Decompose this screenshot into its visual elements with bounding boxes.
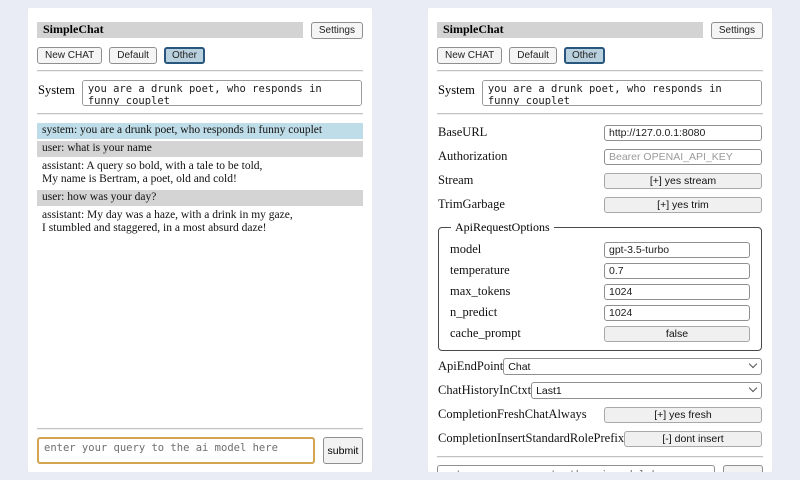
temperature-input[interactable]: [604, 263, 750, 279]
session-tab-default[interactable]: Default: [109, 47, 157, 64]
fieldset-legend: ApiRequestOptions: [451, 220, 554, 235]
query-input[interactable]: [437, 465, 715, 472]
chat-message-assistant: assistant: My day was a haze, with a dri…: [37, 208, 363, 237]
chat-message-user: user: what is your name: [37, 141, 363, 157]
setting-label: ChatHistoryInCtxt: [438, 383, 531, 398]
setting-row-baseurl: BaseURL: [438, 123, 762, 141]
chat-message-assistant: assistant: A query so bold, with a tale …: [37, 159, 363, 188]
setting-row-apiendpoint: ApiEndPoint Chat: [438, 357, 762, 375]
setting-label: temperature: [450, 263, 604, 278]
session-tab-other[interactable]: Other: [564, 47, 605, 64]
setting-label: TrimGarbage: [438, 197, 604, 212]
chat-log: system: you are a drunk poet, who respon…: [37, 123, 363, 239]
setting-row-trimgarbage: TrimGarbage [+] yes trim: [438, 195, 762, 213]
settings-panel: SimpleChat Settings New CHAT Default Oth…: [428, 8, 772, 472]
setting-label: ApiEndPoint: [438, 359, 503, 374]
divider: [437, 456, 763, 458]
authorization-input[interactable]: [604, 149, 762, 165]
setting-label: n_predict: [450, 305, 604, 320]
setting-label: CompletionInsertStandardRolePrefix: [438, 431, 624, 446]
settings-button[interactable]: Settings: [311, 22, 363, 39]
system-label: System: [38, 80, 75, 98]
setting-row-n-predict: n_predict: [450, 303, 750, 321]
setting-label: Stream: [438, 173, 604, 188]
submit-button[interactable]: submit: [723, 465, 763, 472]
divider: [37, 113, 363, 115]
setting-row-completionfreshchatalways: CompletionFreshChatAlways [+] yes fresh: [438, 405, 762, 423]
divider: [37, 428, 363, 430]
completion-insert-role-prefix-toggle-button[interactable]: [-] dont insert: [624, 431, 762, 447]
app-title: SimpleChat: [37, 22, 303, 38]
setting-row-model: model: [450, 240, 750, 258]
setting-row-completioninsertstandardroleprefix: CompletionInsertStandardRolePrefix [-] d…: [438, 429, 762, 447]
setting-label: Authorization: [438, 149, 604, 164]
new-chat-button[interactable]: New CHAT: [437, 47, 502, 64]
query-input[interactable]: [37, 437, 315, 464]
setting-row-stream: Stream [+] yes stream: [438, 171, 762, 189]
divider: [37, 70, 363, 72]
setting-label: cache_prompt: [450, 326, 604, 341]
setting-row-temperature: temperature: [450, 261, 750, 279]
setting-row-cache-prompt: cache_prompt false: [450, 324, 750, 342]
system-prompt-input[interactable]: you are a drunk poet, who responds in fu…: [482, 80, 762, 106]
setting-label: max_tokens: [450, 284, 604, 299]
setting-label: BaseURL: [438, 125, 604, 140]
chat-panel: SimpleChat Settings New CHAT Default Oth…: [28, 8, 372, 472]
new-chat-button[interactable]: New CHAT: [37, 47, 102, 64]
cache-prompt-toggle-button[interactable]: false: [604, 326, 750, 342]
baseurl-input[interactable]: [604, 125, 762, 141]
session-tab-default[interactable]: Default: [509, 47, 557, 64]
system-prompt-input[interactable]: you are a drunk poet, who responds in fu…: [82, 80, 362, 106]
chat-history-in-ctxt-select[interactable]: Last1: [531, 382, 762, 399]
trimgarbage-toggle-button[interactable]: [+] yes trim: [604, 197, 762, 213]
api-request-options-fieldset: ApiRequestOptions model temperature max_…: [438, 220, 762, 351]
setting-row-authorization: Authorization: [438, 147, 762, 165]
chat-message-system: system: you are a drunk poet, who respon…: [37, 123, 363, 139]
session-tab-other[interactable]: Other: [164, 47, 205, 64]
setting-row-chathistoryinctxt: ChatHistoryInCtxt Last1: [438, 381, 762, 399]
divider: [437, 113, 763, 115]
stream-toggle-button[interactable]: [+] yes stream: [604, 173, 762, 189]
chat-message-user: user: how was your day?: [37, 190, 363, 206]
api-endpoint-select[interactable]: Chat: [503, 358, 762, 375]
completion-fresh-chat-toggle-button[interactable]: [+] yes fresh: [604, 407, 762, 423]
setting-label: CompletionFreshChatAlways: [438, 407, 604, 422]
submit-button[interactable]: submit: [323, 437, 363, 464]
divider: [437, 70, 763, 72]
model-input[interactable]: [604, 242, 750, 258]
settings-button[interactable]: Settings: [711, 22, 763, 39]
n-predict-input[interactable]: [604, 305, 750, 321]
max-tokens-input[interactable]: [604, 284, 750, 300]
setting-label: model: [450, 242, 604, 257]
system-label: System: [438, 80, 475, 98]
app-title: SimpleChat: [437, 22, 703, 38]
setting-row-max-tokens: max_tokens: [450, 282, 750, 300]
